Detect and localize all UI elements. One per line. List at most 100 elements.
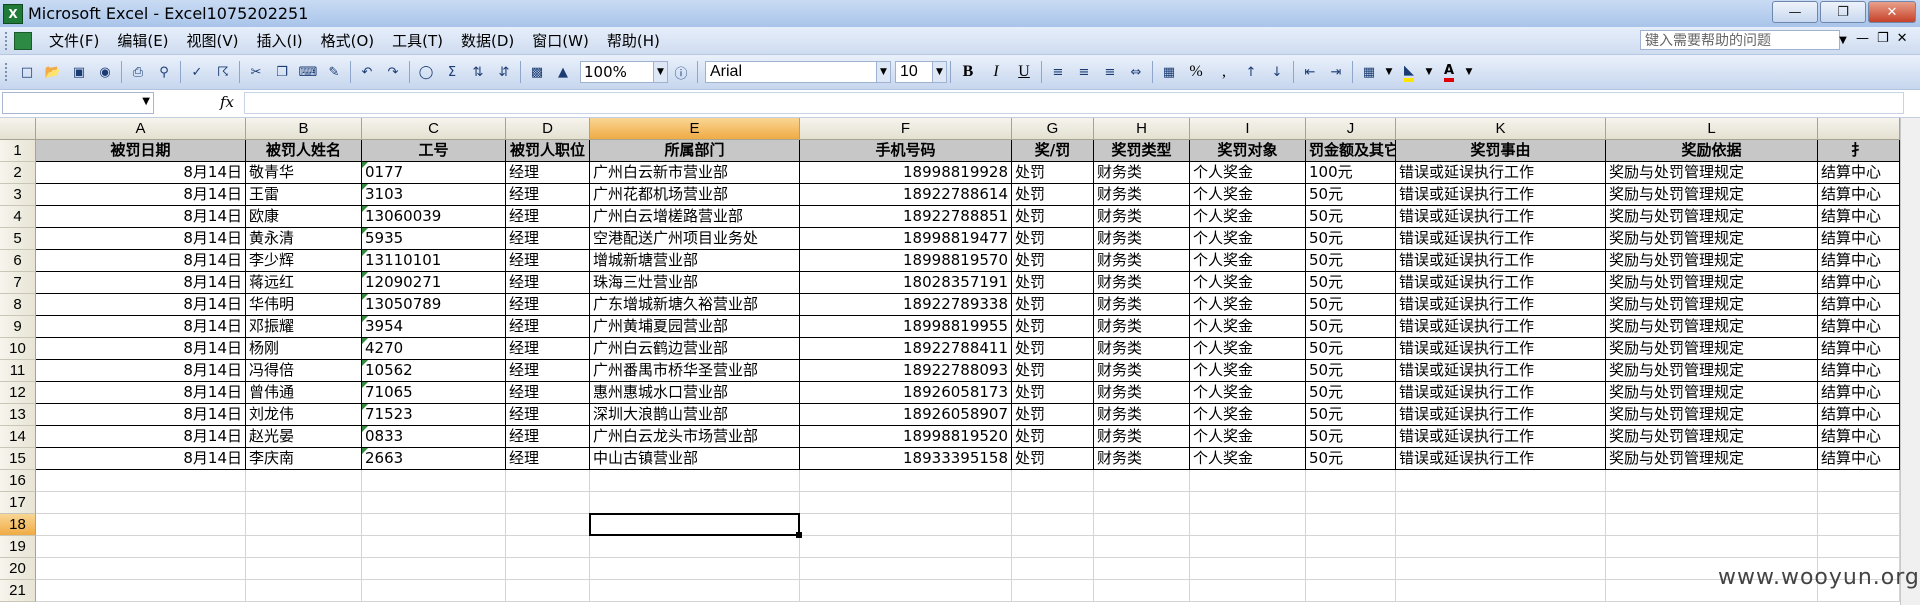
- data-cell[interactable]: 深圳大浪鹊山营业部: [590, 404, 800, 426]
- column-header-l[interactable]: L: [1606, 118, 1818, 140]
- zoom-dropdown-button[interactable]: ▼: [654, 61, 668, 83]
- data-cell[interactable]: 50元: [1306, 448, 1396, 470]
- data-cell[interactable]: 处罚: [1012, 206, 1094, 228]
- data-cell[interactable]: [590, 492, 800, 514]
- data-cell[interactable]: 个人奖金: [1190, 338, 1306, 360]
- header-cell[interactable]: 奖罚类型: [1094, 140, 1190, 162]
- data-cell[interactable]: 华伟明: [246, 294, 362, 316]
- menu-window[interactable]: 窗口(W): [523, 30, 598, 51]
- data-cell[interactable]: 广州番禺市桥华圣营业部: [590, 360, 800, 382]
- data-cell[interactable]: [1396, 470, 1606, 492]
- align-right-button[interactable]: ≡: [1099, 61, 1121, 83]
- decrease-indent-button[interactable]: ⇤: [1299, 61, 1321, 83]
- row-header-2[interactable]: 2: [0, 162, 36, 184]
- data-cell[interactable]: 18926058907: [800, 404, 1012, 426]
- data-cell[interactable]: 50元: [1306, 338, 1396, 360]
- font-color-button[interactable]: A: [1438, 61, 1460, 83]
- data-cell[interactable]: 0833: [362, 426, 506, 448]
- borders-button[interactable]: ▦: [1358, 61, 1380, 83]
- data-cell[interactable]: 个人奖金: [1190, 228, 1306, 250]
- data-cell[interactable]: 10562: [362, 360, 506, 382]
- data-cell[interactable]: 错误或延误执行工作: [1396, 272, 1606, 294]
- spreadsheet-grid[interactable]: ABCDEFGHIJKL 1 被罚日期 被罚人姓名 工号 被罚人职位 所属部门 手机号码 奖/…: [0, 118, 1920, 605]
- active-cell-selection[interactable]: [589, 513, 800, 536]
- data-cell[interactable]: [36, 536, 246, 558]
- chart-wizard-button[interactable]: ▩: [526, 61, 548, 83]
- data-cell[interactable]: 处罚: [1012, 382, 1094, 404]
- data-cell[interactable]: 财务类: [1094, 360, 1190, 382]
- data-cell[interactable]: 错误或延误执行工作: [1396, 338, 1606, 360]
- data-cell[interactable]: 蒋远红: [246, 272, 362, 294]
- data-cell[interactable]: 李少辉: [246, 250, 362, 272]
- header-cell[interactable]: 奖罚对象: [1190, 140, 1306, 162]
- data-cell[interactable]: 18998819955: [800, 316, 1012, 338]
- data-cell[interactable]: 经理: [506, 316, 590, 338]
- data-cell[interactable]: 50元: [1306, 360, 1396, 382]
- merge-center-button[interactable]: ⇔: [1125, 61, 1147, 83]
- row-header-7[interactable]: 7: [0, 272, 36, 294]
- menu-grip-handle[interactable]: [5, 31, 10, 50]
- data-cell[interactable]: 错误或延误执行工作: [1396, 250, 1606, 272]
- help-dropdown-button[interactable]: ▼: [1836, 30, 1850, 50]
- data-cell[interactable]: [1306, 536, 1396, 558]
- data-cell[interactable]: 结算中心: [1818, 426, 1900, 448]
- underline-button[interactable]: U: [1012, 61, 1036, 83]
- data-cell[interactable]: 广州白云龙头市场营业部: [590, 426, 800, 448]
- data-cell[interactable]: 2663: [362, 448, 506, 470]
- data-cell[interactable]: 处罚: [1012, 360, 1094, 382]
- data-cell[interactable]: 惠州惠城水口营业部: [590, 382, 800, 404]
- data-cell[interactable]: [1190, 492, 1306, 514]
- header-cell[interactable]: 被罚日期: [36, 140, 246, 162]
- data-cell[interactable]: 财务类: [1094, 184, 1190, 206]
- data-cell[interactable]: 个人奖金: [1190, 404, 1306, 426]
- data-cell[interactable]: 8月14日: [36, 382, 246, 404]
- decrease-decimal-button[interactable]: ↓: [1266, 61, 1288, 83]
- data-cell[interactable]: 18922788614: [800, 184, 1012, 206]
- row-header-5[interactable]: 5: [0, 228, 36, 250]
- data-cell[interactable]: 8月14日: [36, 272, 246, 294]
- paste-button[interactable]: ⌨: [297, 61, 319, 83]
- print-preview-button[interactable]: ⚲: [153, 61, 175, 83]
- data-cell[interactable]: 50元: [1306, 382, 1396, 404]
- data-cell[interactable]: 8月14日: [36, 426, 246, 448]
- data-cell[interactable]: 处罚: [1012, 184, 1094, 206]
- data-cell[interactable]: [246, 492, 362, 514]
- data-cell[interactable]: 广州黄埔夏园营业部: [590, 316, 800, 338]
- select-all-corner[interactable]: [0, 118, 36, 140]
- data-cell[interactable]: 冯得倍: [246, 360, 362, 382]
- data-cell[interactable]: [1190, 580, 1306, 602]
- data-cell[interactable]: 结算中心: [1818, 184, 1900, 206]
- data-cell[interactable]: 财务类: [1094, 206, 1190, 228]
- data-cell[interactable]: [1012, 470, 1094, 492]
- name-box[interactable]: ▼: [2, 92, 154, 114]
- data-cell[interactable]: 结算中心: [1818, 448, 1900, 470]
- hyperlink-button[interactable]: ◯: [415, 61, 437, 83]
- data-cell[interactable]: [800, 558, 1012, 580]
- data-cell[interactable]: 18028357191: [800, 272, 1012, 294]
- header-cell[interactable]: 罚金额及其它: [1306, 140, 1396, 162]
- data-cell[interactable]: 错误或延误执行工作: [1396, 382, 1606, 404]
- menu-format[interactable]: 格式(O): [312, 30, 384, 51]
- data-cell[interactable]: [506, 536, 590, 558]
- data-cell[interactable]: 个人奖金: [1190, 382, 1306, 404]
- doc-restore-button[interactable]: ❐: [1877, 31, 1889, 46]
- data-cell[interactable]: [1818, 514, 1900, 536]
- data-cell[interactable]: [362, 536, 506, 558]
- data-cell[interactable]: [1396, 580, 1606, 602]
- data-cell[interactable]: 珠海三灶营业部: [590, 272, 800, 294]
- workbook-icon[interactable]: [14, 31, 32, 50]
- data-cell[interactable]: 50元: [1306, 426, 1396, 448]
- fill-color-button[interactable]: ◣: [1398, 61, 1420, 83]
- data-cell[interactable]: 50元: [1306, 272, 1396, 294]
- row-header-10[interactable]: 10: [0, 338, 36, 360]
- font-size-combobox[interactable]: 10: [895, 61, 933, 83]
- data-cell[interactable]: 18998819477: [800, 228, 1012, 250]
- data-cell[interactable]: 赵光晏: [246, 426, 362, 448]
- data-cell[interactable]: [1190, 558, 1306, 580]
- data-cell[interactable]: [1094, 470, 1190, 492]
- data-cell[interactable]: 18926058173: [800, 382, 1012, 404]
- copy-button[interactable]: ❐: [271, 61, 293, 83]
- research-button[interactable]: ☈: [212, 61, 234, 83]
- data-cell[interactable]: 经理: [506, 426, 590, 448]
- data-cell[interactable]: [590, 558, 800, 580]
